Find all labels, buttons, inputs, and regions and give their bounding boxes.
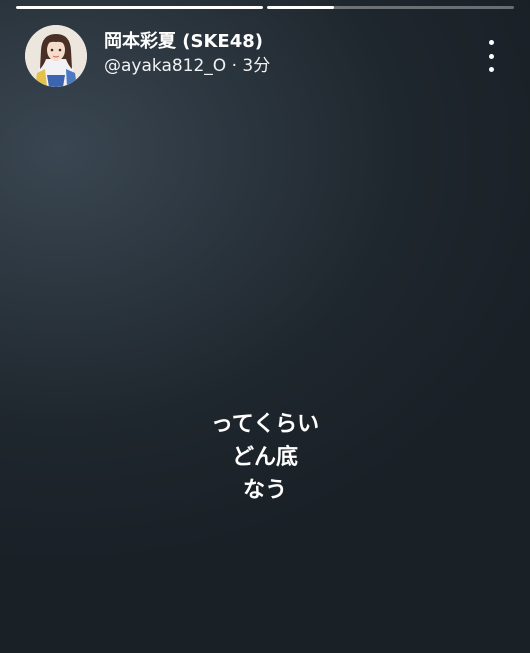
story-text-line: なう <box>242 478 287 503</box>
avatar-image <box>25 25 87 87</box>
timestamp: 3分 <box>242 56 271 76</box>
progress-segment-1 <box>16 6 263 9</box>
story-viewer[interactable]: 岡本彩夏 (SKE48) @ayaka812_O · 3分 ってくらい どん底 … <box>0 0 530 653</box>
user-info[interactable]: 岡本彩夏 (SKE48) @ayaka812_O · 3分 <box>104 30 270 78</box>
display-name[interactable]: 岡本彩夏 (SKE48) <box>104 30 270 54</box>
more-dot <box>488 67 494 72</box>
story-text-line: ってくらい <box>210 412 320 437</box>
user-handle[interactable]: @ayaka812_O <box>104 56 226 76</box>
meta-separator: · <box>231 56 237 76</box>
story-text: ってくらい どん底 なう <box>0 408 530 507</box>
more-dot <box>488 53 494 59</box>
progress-segment-2 <box>267 6 514 9</box>
story-text-line: どん底 <box>231 445 298 470</box>
progress-fill-1 <box>16 6 263 9</box>
more-options-icon[interactable] <box>486 40 496 72</box>
story-header: 岡本彩夏 (SKE48) @ayaka812_O · 3分 <box>25 24 510 88</box>
more-dot <box>488 40 494 45</box>
meta-line: @ayaka812_O · 3分 <box>104 54 270 78</box>
story-progress-bar <box>16 6 514 9</box>
avatar[interactable] <box>25 25 87 87</box>
progress-fill-2 <box>267 6 334 9</box>
